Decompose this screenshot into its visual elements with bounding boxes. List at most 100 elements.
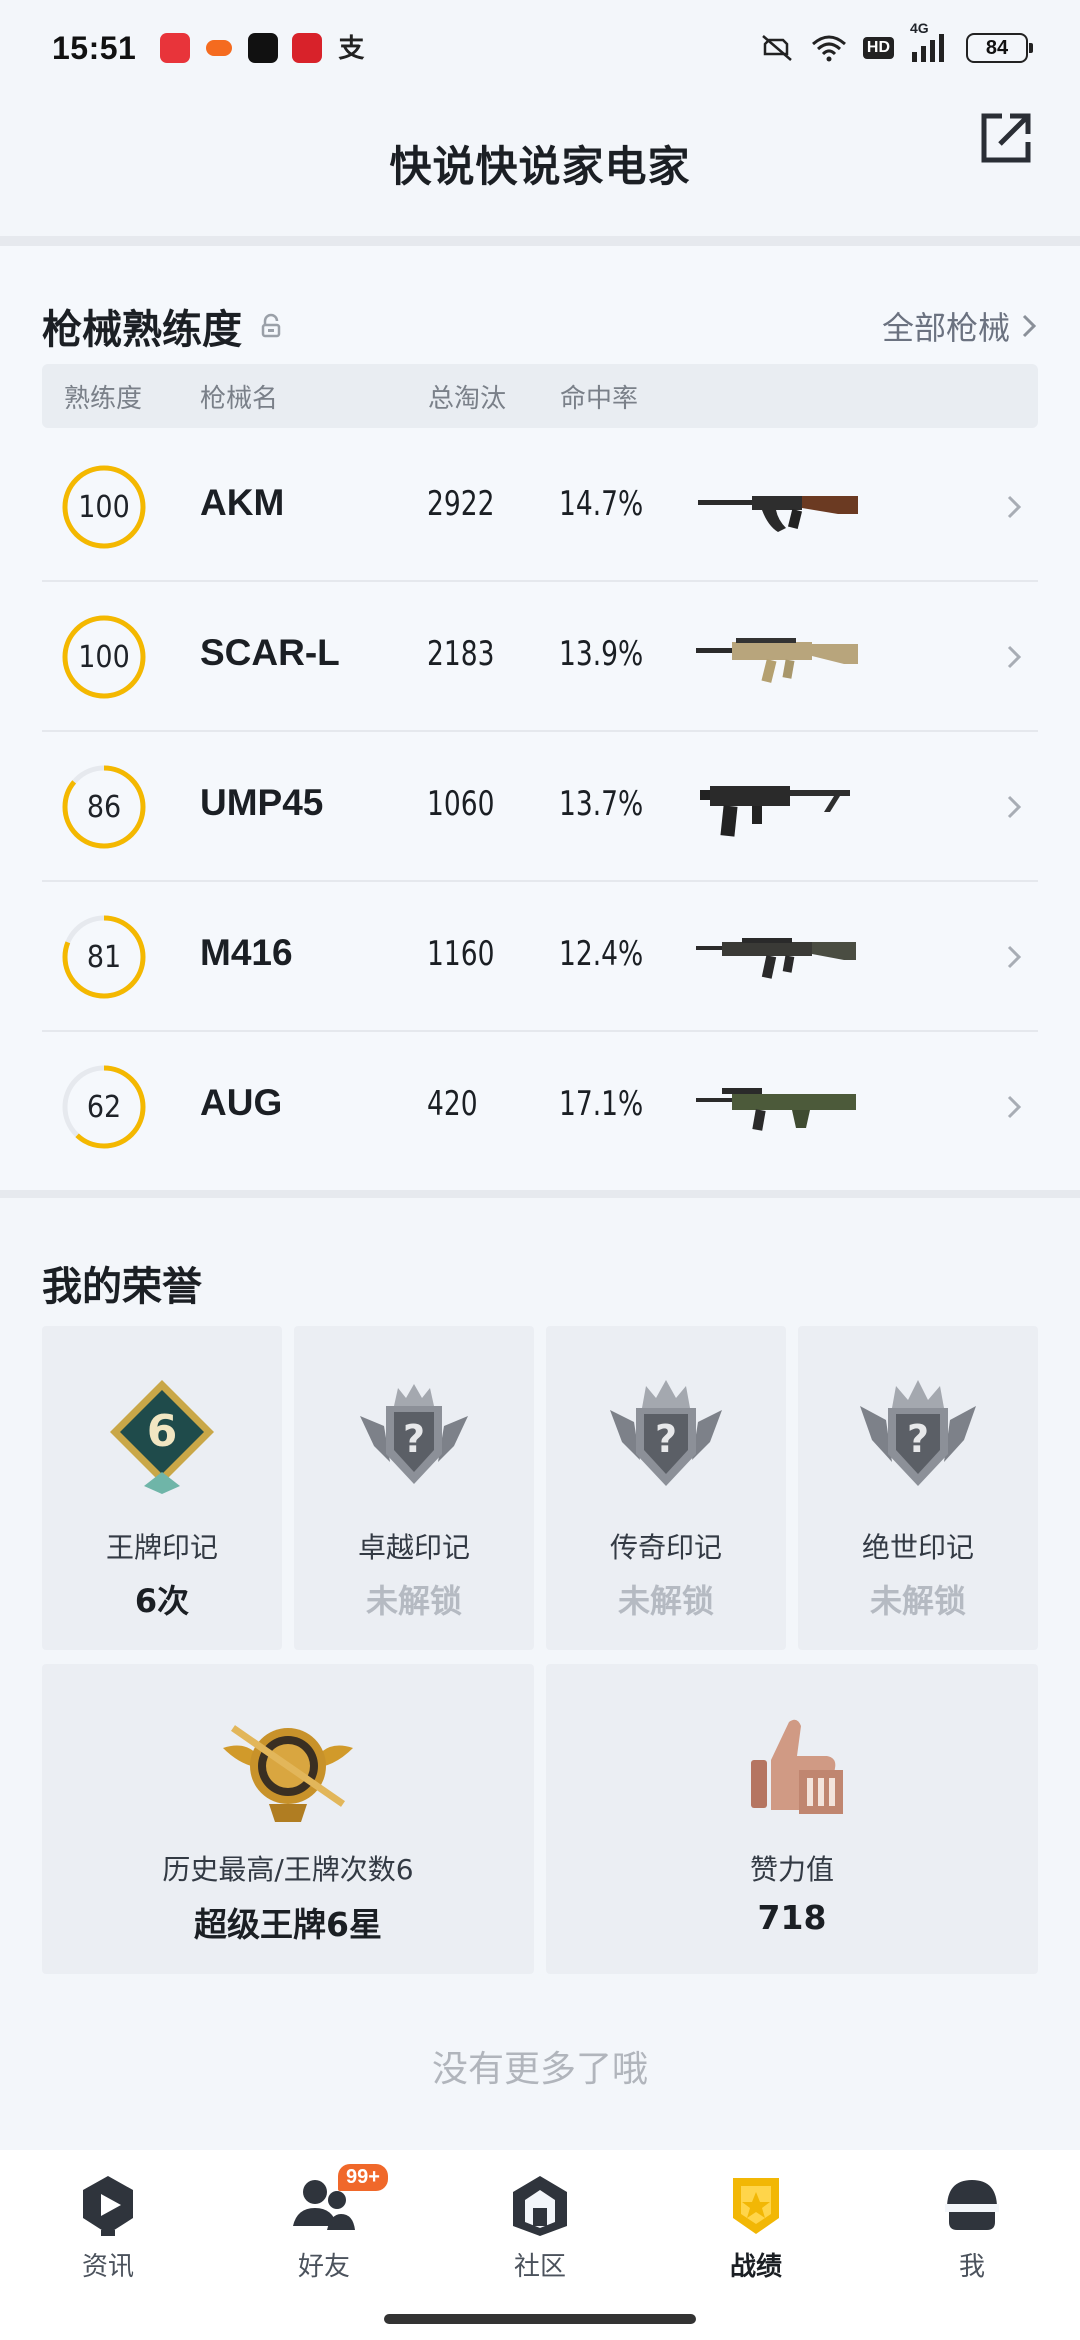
badge-legend[interactable]: ? 传奇印记 未解锁 (546, 1326, 786, 1650)
weapon-table-header: 熟练度 枪械名 总淘汰 命中率 (42, 364, 1038, 428)
chevron-right-icon (1007, 495, 1022, 519)
svg-text:?: ? (655, 1417, 677, 1461)
ace-badge-number: 6 (147, 1406, 178, 1457)
weapon-row[interactable]: 100 SCAR-L 2183 13.9% (42, 582, 1038, 732)
badge-label: 王牌印记 (105, 1531, 218, 1564)
mastery-level: 62 (86, 1089, 122, 1125)
m416-rifle-image (696, 938, 856, 979)
bottom-nav: 资讯 99+ 好友 社区 战绩 我 (0, 2150, 1080, 2340)
badge-value: 6次 (134, 1582, 190, 1620)
gun-name: M416 (200, 932, 293, 973)
mute-vibrate-icon (762, 35, 792, 61)
svg-text:?: ? (403, 1417, 425, 1461)
gun-name: UMP45 (200, 782, 324, 823)
svg-text:?: ? (907, 1417, 929, 1461)
thumbs-up-trophy-icon (751, 1719, 843, 1814)
weapon-row[interactable]: 86 UMP45 1060 13.7% (42, 732, 1038, 882)
end-of-list-text: 没有更多了哦 (431, 2049, 648, 2090)
battery-indicator: 84 (966, 33, 1033, 63)
network-type: 4G (910, 20, 929, 36)
nav-label: 我 (958, 2252, 985, 2282)
likes-label: 赞力值 (749, 1853, 834, 1886)
honors-section: 我的荣誉 6 王牌印记 6次 ? 卓越印记 未解锁 ? 传奇印记 未解锁 ? 绝… (0, 1198, 1080, 2150)
likes-card[interactable]: 赞力值 718 (546, 1664, 1038, 1974)
community-house-icon (513, 2176, 567, 2236)
highest-rank-card[interactable]: 历史最高/王牌次数6 超级王牌6星 (42, 1664, 534, 1974)
gun-accuracy: 12.4% (559, 934, 644, 974)
col-accuracy: 命中率 (560, 383, 639, 414)
bank-app-icon (292, 33, 323, 63)
badge-label: 传奇印记 (609, 1531, 722, 1564)
badge-ace[interactable]: 6 王牌印记 6次 (42, 1326, 282, 1650)
nav-label: 资讯 (81, 2252, 134, 2282)
chevron-right-icon (1022, 314, 1037, 338)
section-divider (0, 236, 1080, 246)
weapon-row[interactable]: 100 AKM 2922 14.7% (42, 432, 1038, 582)
nav-records[interactable]: 战绩 (686, 2172, 826, 2283)
chevron-right-icon (1007, 945, 1022, 969)
badge-label: 卓越印记 (357, 1531, 470, 1564)
badge-value: 未解锁 (869, 1582, 966, 1620)
chevron-right-icon (1007, 645, 1022, 669)
badge-label: 绝世印记 (861, 1531, 974, 1564)
lock-icon (261, 313, 281, 338)
weapon-section-title: 枪械熟练度 (42, 307, 242, 353)
gun-accuracy: 14.7% (559, 484, 644, 524)
weapon-row[interactable]: 81 M416 1160 12.4% (42, 882, 1038, 1032)
gun-name: AUG (200, 1082, 283, 1123)
col-kills: 总淘汰 (428, 383, 507, 414)
mastery-level: 100 (78, 489, 130, 525)
ump45-smg-image (700, 786, 850, 837)
super-ace-emblem-icon (223, 1725, 353, 1822)
gun-accuracy: 13.7% (559, 784, 644, 824)
highest-rank-value: 超级王牌6星 (194, 1905, 382, 1944)
nav-news[interactable]: 资讯 (38, 2172, 178, 2283)
gun-accuracy: 13.9% (559, 634, 644, 674)
badge-peerless[interactable]: ? 绝世印记 未解锁 (798, 1326, 1038, 1650)
badge-value: 未解锁 (617, 1582, 714, 1620)
badge-excellence[interactable]: ? 卓越印记 未解锁 (294, 1326, 534, 1650)
mastery-level: 86 (86, 789, 122, 825)
akm-rifle-image (698, 496, 858, 532)
gun-kills: 420 (427, 1084, 478, 1124)
honors-title: 我的荣誉 (42, 1264, 202, 1310)
all-weapons-link[interactable]: 全部枪械 (882, 303, 1038, 349)
game-app-icon (204, 33, 234, 63)
nav-community[interactable]: 社区 (470, 2172, 610, 2283)
badge-value: 未解锁 (365, 1582, 462, 1620)
gun-kills: 2922 (427, 484, 495, 524)
gun-name: AKM (200, 482, 285, 523)
gun-kills: 1060 (427, 784, 495, 824)
locked-question-badge-icon: ? (860, 1380, 976, 1486)
weapon-mastery-section: 枪械熟练度 全部枪械 熟练度 枪械名 总淘汰 命中率 100 AKM 2922 … (0, 246, 1080, 1190)
news-play-icon (83, 2176, 133, 2236)
nav-label: 社区 (513, 2252, 566, 2282)
col-mastery: 熟练度 (64, 383, 143, 414)
wifi-icon (811, 35, 846, 62)
nav-me[interactable]: 我 (902, 2172, 1042, 2283)
gun-name: SCAR-L (200, 632, 340, 673)
ace-mark-badge-icon: 6 (110, 1380, 214, 1494)
tiktok-app-icon (248, 33, 279, 63)
chevron-right-icon (1007, 795, 1022, 819)
col-gun-name: 枪械名 (200, 383, 279, 414)
share-out-icon[interactable] (976, 108, 1036, 168)
status-bar: 15:51 支 HD 4G 84 (0, 0, 1080, 96)
home-indicator[interactable] (384, 2314, 696, 2324)
page-header: 快说快说家电家 (0, 96, 1080, 236)
signal-group: 4G (910, 20, 950, 62)
mastery-level: 100 (78, 639, 130, 675)
locked-question-badge-icon: ? (610, 1380, 722, 1486)
likes-value: 718 (757, 1898, 827, 1937)
locked-question-badge-icon: ? (360, 1384, 468, 1484)
weapon-row[interactable]: 62 AUG 420 17.1% (42, 1032, 1038, 1182)
gun-accuracy: 17.1% (559, 1084, 644, 1124)
notification-icons: 支 (160, 33, 366, 63)
aug-rifle-image (696, 1088, 856, 1131)
scar-l-rifle-image (696, 638, 858, 683)
signal-icon (912, 34, 944, 62)
mastery-level: 81 (86, 939, 122, 975)
page-title: 快说快说家电家 (389, 141, 691, 191)
nav-friends[interactable]: 99+ 好友 (254, 2164, 394, 2283)
weapon-list: 100 AKM 2922 14.7% 100 SCAR-L 2183 13.9% (42, 432, 1038, 1182)
